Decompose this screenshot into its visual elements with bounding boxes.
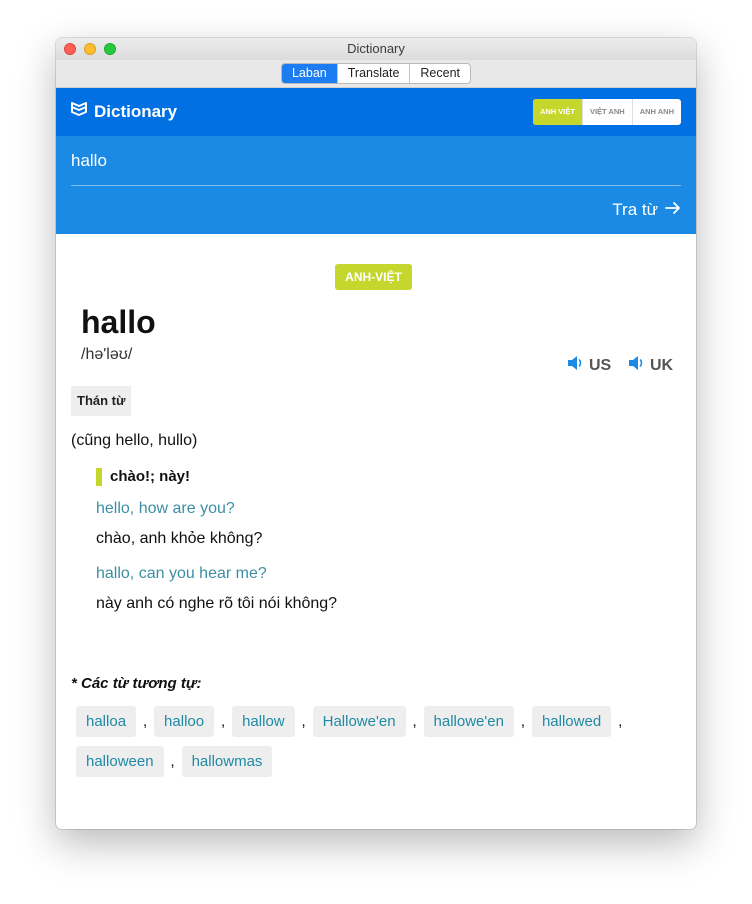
- similar-word-chip[interactable]: hallow: [232, 706, 295, 737]
- tab-translate[interactable]: Translate: [336, 64, 410, 83]
- separator: ,: [170, 753, 175, 770]
- meaning: chào!; này!: [96, 468, 190, 486]
- similar-word-chip[interactable]: hallowmas: [181, 746, 273, 777]
- similar-words-title: * Các từ tương tự:: [71, 675, 202, 692]
- pronounce-us-label: US: [589, 356, 612, 374]
- separator: ,: [142, 713, 148, 730]
- search-panel: Tra từ: [56, 136, 696, 234]
- language-switch: ANH VIỆT VIỆT ANH ANH ANH: [532, 99, 681, 125]
- similar-word-chip[interactable]: hallowe'en: [423, 706, 514, 737]
- speaker-icon: [567, 355, 585, 376]
- lang-option-viet-anh[interactable]: VIỆT ANH: [581, 99, 632, 125]
- usage-note: (cũng hello, hullo): [71, 432, 198, 449]
- search-input[interactable]: [71, 148, 681, 174]
- window-controls: [64, 43, 116, 55]
- pronunciation-ipa: /hə'ləʊ/: [81, 346, 133, 363]
- separator: ,: [301, 713, 306, 730]
- minimize-window-button[interactable]: [84, 43, 96, 55]
- zoom-window-button[interactable]: [104, 43, 116, 55]
- mode-tabstrip: Laban Translate Recent: [56, 60, 696, 88]
- mode-segmented-control: Laban Translate Recent: [280, 63, 472, 84]
- example-english: hallo, can you hear me?: [96, 565, 267, 582]
- app-window: Dictionary Laban Translate Recent Dictio…: [56, 38, 696, 829]
- tab-laban[interactable]: Laban: [281, 64, 337, 83]
- pronounce-uk-label: UK: [650, 356, 674, 374]
- lang-option-anh-anh[interactable]: ANH ANH: [631, 99, 681, 125]
- brand-name: Dictionary: [94, 101, 178, 121]
- separator: ,: [618, 713, 623, 730]
- lookup-button[interactable]: Tra từ: [612, 200, 681, 220]
- example-vietnamese: chào, anh khỏe không?: [96, 530, 263, 547]
- pronounce-uk-button[interactable]: UK: [628, 355, 673, 376]
- language-badge: ANH-VIỆT: [335, 264, 412, 290]
- part-of-speech-tag: Thán từ: [71, 386, 132, 416]
- window-title: Dictionary: [347, 41, 405, 56]
- headword: hallo: [81, 304, 156, 340]
- search-underline: [71, 185, 681, 186]
- pronounce-us-button[interactable]: US: [567, 355, 611, 376]
- dictionary-logo-icon: [70, 101, 88, 122]
- tab-recent[interactable]: Recent: [409, 64, 471, 83]
- lang-option-anh-viet[interactable]: ANH VIỆT: [532, 99, 582, 125]
- chip-row: halloween , hallowmas: [76, 746, 636, 777]
- similar-word-chip[interactable]: halloa: [76, 706, 137, 737]
- speaker-icon: [628, 355, 646, 376]
- close-window-button[interactable]: [64, 43, 76, 55]
- chip-row: halloa , halloo , hallow , Hallowe'en , …: [76, 706, 636, 737]
- similar-word-chip[interactable]: Hallowe'en: [312, 706, 406, 737]
- app-header: Dictionary ANH VIỆT VIỆT ANH ANH ANH: [56, 88, 696, 136]
- separator: ,: [520, 713, 526, 730]
- similar-word-chip[interactable]: hallowed: [531, 706, 612, 737]
- example-english: hello, how are you?: [96, 500, 235, 517]
- example-vietnamese: này anh có nghe rõ tôi nói không?: [96, 595, 338, 612]
- brand: Dictionary: [70, 101, 177, 122]
- similar-words-list: halloa , halloo , hallow , Hallowe'en , …: [76, 706, 636, 786]
- separator: ,: [221, 713, 226, 730]
- similar-word-chip[interactable]: halloween: [76, 746, 164, 777]
- similar-word-chip[interactable]: halloo: [154, 706, 215, 737]
- arrow-right-icon: [665, 200, 681, 220]
- title-bar[interactable]: Dictionary: [56, 38, 696, 60]
- separator: ,: [412, 713, 417, 730]
- lookup-label: Tra từ: [612, 200, 658, 219]
